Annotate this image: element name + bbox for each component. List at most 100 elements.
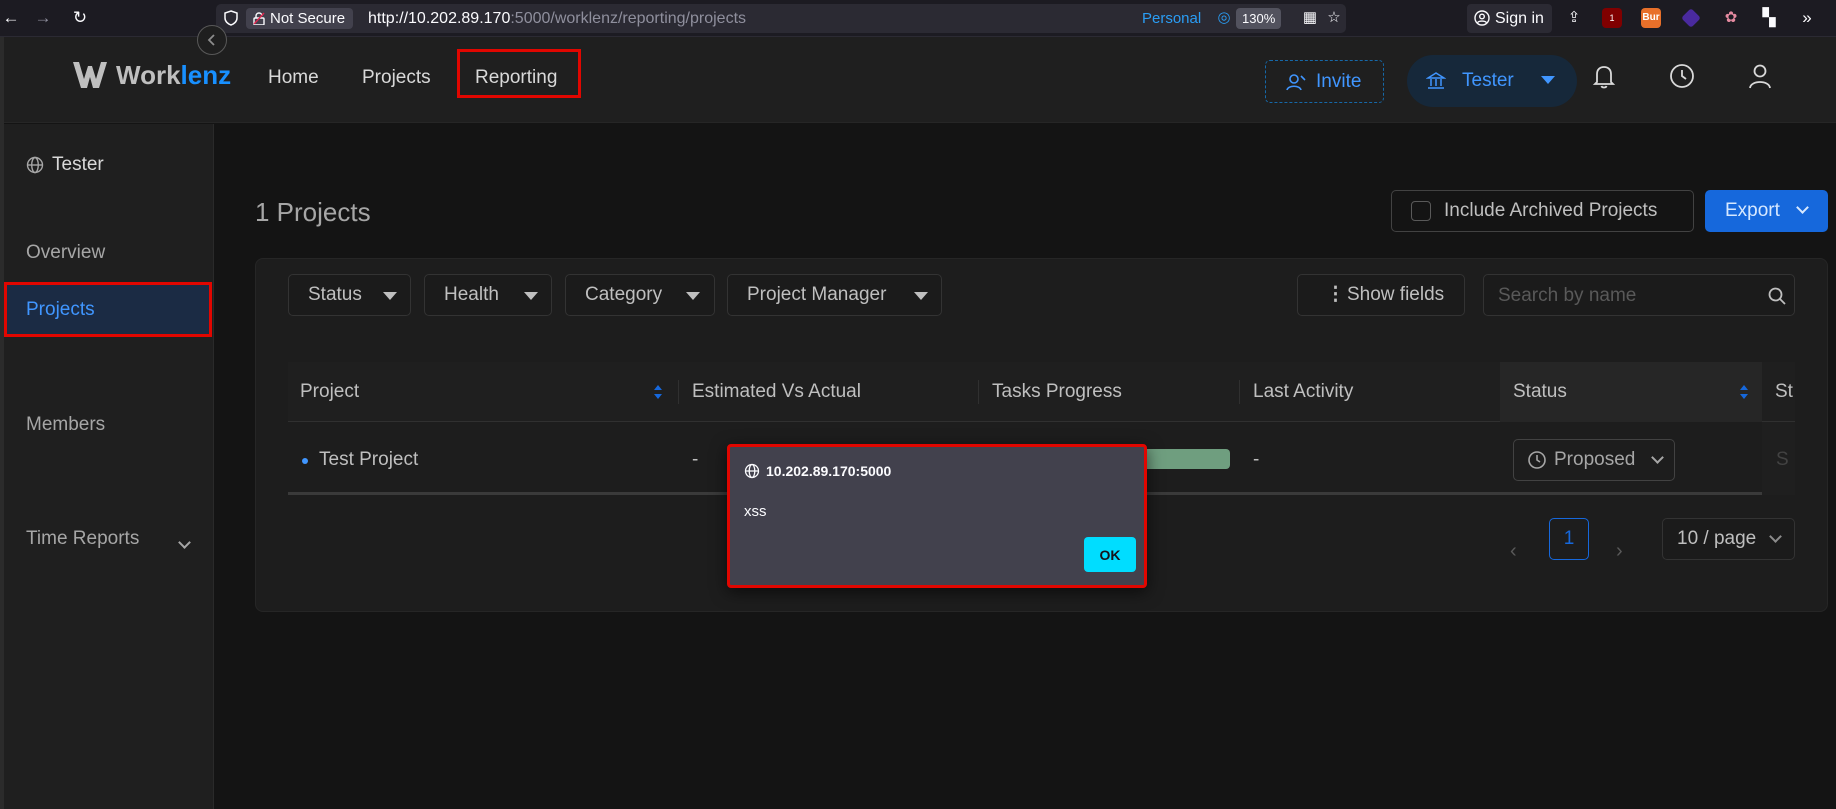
user-profile-icon[interactable] [1745,61,1775,91]
shield-icon[interactable] [224,10,238,26]
fingerprint-icon[interactable]: ◎ [1216,10,1232,26]
overflow-menu-icon[interactable]: » [1796,7,1818,29]
caret-down-icon [914,292,928,300]
sidebar-item-time-reports[interactable]: Time Reports [26,528,139,550]
page-title: 1 Projects [255,197,371,227]
column-last-activity[interactable]: Last Activity [1253,381,1353,403]
project-name[interactable]: Test Project [319,449,418,471]
forward-arrow-icon[interactable]: → [32,7,54,29]
sidebar-item-projects[interactable]: Projects [4,282,212,337]
burp-extension-icon[interactable]: Bur [1641,8,1661,28]
caret-down-icon [1541,76,1555,84]
logo-text: Worklenz [116,60,231,91]
clipped-cell-value: S [1776,449,1789,470]
zoom-level[interactable]: 130% [1236,8,1282,29]
filter-status-label: Status [308,284,362,305]
clock-icon [1528,451,1546,469]
filter-category-label: Category [585,284,663,305]
column-tasks-progress[interactable]: Tasks Progress [992,381,1122,403]
url-bar[interactable]: Not Secure http://10.202.89.170:5000/wor… [216,4,1346,33]
alert-message: xss [744,503,767,520]
ublock-extension-icon[interactable]: 1 [1602,8,1622,28]
invite-label: Invite [1316,71,1362,92]
include-archived-label: Include Archived Projects [1444,200,1658,221]
column-estimated-vs-actual[interactable]: Estimated Vs Actual [692,381,861,403]
collapse-sidebar-button[interactable] [197,25,227,55]
paw-extension-icon[interactable]: ✿ [1720,7,1742,29]
column-status[interactable]: Status [1513,381,1567,403]
checkbox-box[interactable] [1411,201,1431,221]
sidebar-title-label: Tester [52,154,104,175]
org-label: Tester [1462,70,1514,91]
filter-status[interactable]: Status [288,274,411,316]
bank-icon [1426,72,1446,89]
column-divider [978,380,979,404]
sort-icon[interactable] [653,382,663,402]
organization-switcher[interactable]: Tester [1407,55,1577,107]
filter-project-manager[interactable]: Project Manager [727,274,942,316]
burp-label: Bur [1642,12,1660,23]
caret-down-icon [524,292,538,300]
page-size-select[interactable]: 10 / page [1662,518,1795,560]
container-label[interactable]: Personal [1142,10,1201,27]
search-input[interactable] [1498,284,1748,308]
export-label: Export [1725,200,1780,221]
back-arrow-icon[interactable]: ← [0,7,22,29]
extensions-share-icon[interactable]: ⇪ [1563,7,1585,29]
nav-home[interactable]: Home [268,67,319,89]
chevron-down-icon [1796,201,1809,214]
export-button[interactable]: Export [1705,190,1828,232]
column-clipped[interactable]: St [1775,381,1795,403]
nav-projects[interactable]: Projects [362,67,431,89]
chevron-down-icon [1651,451,1664,464]
reporting-highlight-box [457,49,581,98]
bookmark-star-icon[interactable]: ☆ [1326,10,1342,26]
wappalyzer-extension-icon[interactable] [1681,8,1701,28]
search-box[interactable] [1483,274,1795,316]
alert-origin-label: 10.202.89.170:5000 [766,463,892,479]
column-project[interactable]: Project [300,381,359,403]
filter-health[interactable]: Health [424,274,552,316]
show-fields-button[interactable]: ⋮ Show fields [1297,274,1465,316]
next-page-icon[interactable]: › [1616,540,1623,563]
status-select[interactable]: Proposed [1513,439,1675,481]
invite-button[interactable]: Invite [1265,60,1384,103]
prev-page-icon[interactable]: ‹ [1510,540,1517,563]
bell-icon[interactable] [1589,61,1619,91]
url-text[interactable]: http://10.202.89.170:5000/worklenz/repor… [368,10,746,28]
extensions-grid-icon[interactable]: ▚ [1758,7,1780,29]
sidebar-item-overview[interactable]: Overview [26,242,105,264]
alert-origin: 10.202.89.170:5000 [744,463,891,479]
filter-health-label: Health [444,284,499,305]
chevron-down-icon [1769,530,1782,543]
worklenz-logo[interactable]: Worklenz [70,57,231,93]
sign-in-button[interactable]: Sign in [1467,4,1552,33]
reload-icon[interactable]: ↻ [69,7,91,29]
sidebar-item-members[interactable]: Members [26,414,105,436]
more-vertical-icon: ⋮ [1326,284,1345,305]
caret-down-icon [686,292,700,300]
browser-toolbar: ← → ↻ Not Secure http://10.202.89.170:50… [0,0,1836,37]
clock-icon[interactable] [1667,61,1697,91]
search-icon[interactable] [1767,286,1787,306]
status-value: Proposed [1554,449,1636,470]
filter-project-manager-label: Project Manager [747,284,887,305]
page-1-button[interactable]: 1 [1549,518,1589,560]
lock-broken-icon [253,12,265,25]
not-secure-badge[interactable]: Not Secure [246,8,354,29]
ublock-badge: 1 [1609,13,1615,23]
globe-icon [744,463,760,479]
sidebar-title: Tester [26,154,104,176]
sort-icon[interactable] [1739,382,1749,402]
include-archived-checkbox[interactable]: Include Archived Projects [1391,190,1694,232]
last-activity-value: - [1253,449,1260,470]
qr-code-icon[interactable]: ▦ [1302,10,1318,26]
filter-category[interactable]: Category [565,274,715,316]
chevron-down-icon[interactable] [178,536,191,549]
sidebar: Tester Overview Members Time Reports [4,124,214,809]
chevron-left-icon [207,34,215,46]
alert-ok-button[interactable]: OK [1084,537,1136,572]
globe-icon [26,156,44,174]
account-icon [1474,10,1490,26]
alert-dialog: 10.202.89.170:5000 xss OK [727,444,1147,588]
